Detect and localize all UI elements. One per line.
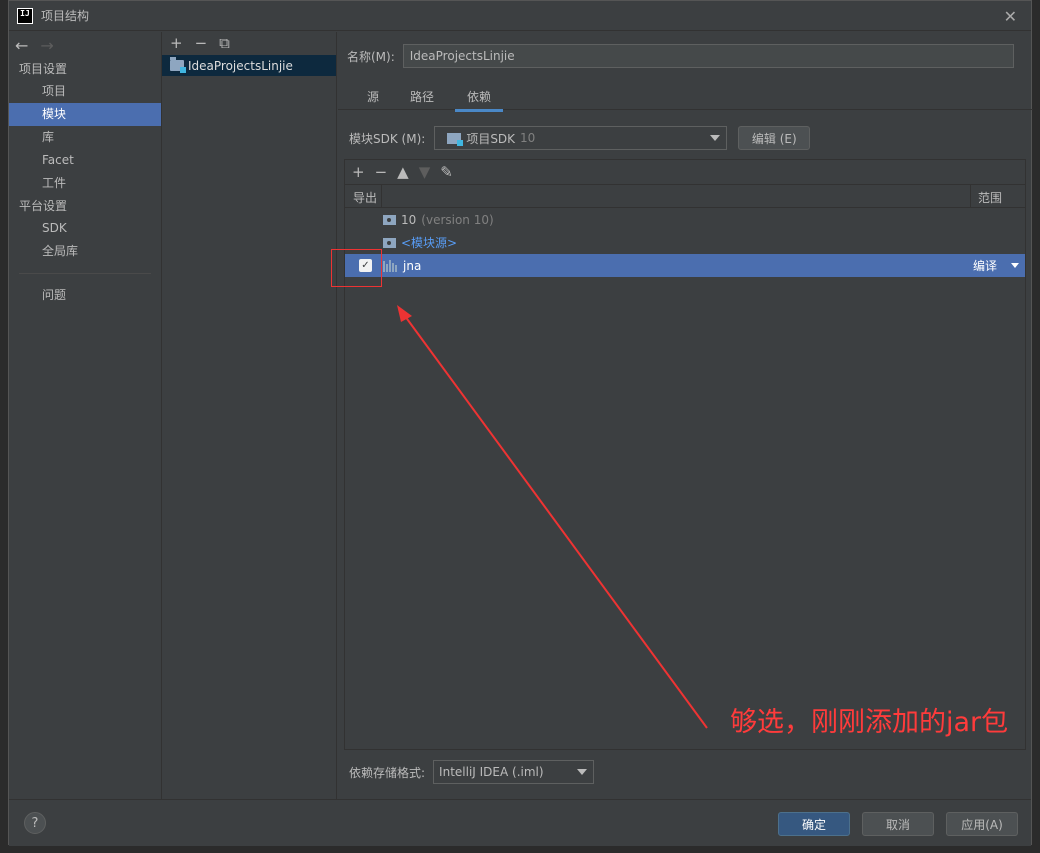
dependency-label: <模块源> (401, 236, 458, 250)
forward-arrow-icon[interactable]: → (40, 36, 53, 55)
source-folder-icon (383, 237, 396, 248)
dependencies-toolbar: + − ▲ ▼ ✎ (345, 160, 1025, 184)
column-scope[interactable]: 范围 (978, 189, 1002, 206)
remove-icon[interactable]: − (195, 34, 208, 52)
module-item[interactable]: IdeaProjectsLinjie (162, 55, 336, 76)
move-up-icon[interactable]: ▲ (397, 163, 409, 181)
module-name-field[interactable]: IdeaProjectsLinjie (402, 44, 1014, 68)
dependency-name: <模块源> (383, 234, 457, 251)
module-sdk-label: 模块SDK (M): (349, 131, 426, 146)
dependency-label: jna (403, 258, 422, 273)
nav-divider (19, 273, 151, 274)
library-icon (383, 259, 399, 272)
settings-nav: ← → 项目设置 项目 模块 库 Facet 工件 平台设置 SDK 全局库 问… (9, 32, 162, 799)
apply-button[interactable]: 应用(A) (946, 812, 1018, 836)
move-down-icon[interactable]: ▼ (419, 163, 431, 181)
edit-pencil-icon[interactable]: ✎ (440, 163, 453, 181)
nav-item-modules[interactable]: 模块 (9, 103, 161, 126)
name-row: 名称(M): IdeaProjectsLinjie (347, 44, 1014, 68)
scope-select[interactable]: 编译 (973, 257, 997, 274)
dependency-name: 10 (version 10) (383, 213, 494, 227)
dependencies-header: 导出 范围 (345, 184, 1025, 208)
column-divider (381, 185, 382, 207)
help-icon[interactable]: ? (24, 812, 46, 834)
nav-item-facets[interactable]: Facet (9, 149, 161, 172)
storage-format-select[interactable]: IntelliJ IDEA (.iml) (433, 760, 595, 784)
dependency-label: 10 (401, 212, 417, 227)
cancel-button[interactable]: 取消 (862, 812, 934, 836)
tab-sources[interactable]: 源 (367, 88, 379, 105)
storage-format-row: 依赖存储格式: IntelliJ IDEA (.iml) (349, 760, 595, 784)
module-item-label: IdeaProjectsLinjie (188, 58, 293, 73)
name-label: 名称(M): (347, 49, 395, 64)
close-icon[interactable]: ✕ (1004, 7, 1017, 26)
chevron-down-icon[interactable] (1011, 263, 1019, 268)
dependency-name: jna (383, 259, 421, 273)
title-bar: IJ 项目结构 ✕ (9, 1, 1031, 31)
remove-icon[interactable]: − (375, 163, 388, 181)
nav-item-project[interactable]: 项目 (9, 80, 161, 103)
add-icon[interactable]: + (352, 163, 365, 181)
nav-item-libraries[interactable]: 库 (9, 126, 161, 149)
nav-item-problems[interactable]: 问题 (9, 284, 161, 307)
sdk-value: 项目SDK (466, 131, 516, 146)
module-detail-panel: 名称(M): IdeaProjectsLinjie 源 路径 依赖 模块SDK … (338, 32, 1033, 799)
chevron-down-icon (710, 135, 721, 141)
column-export[interactable]: 导出 (353, 189, 377, 206)
sdk-folder-icon (447, 132, 464, 146)
platform-settings-header: 平台设置 (19, 199, 68, 213)
project-settings-header: 项目设置 (19, 62, 68, 76)
dependency-row-jna[interactable]: ✓ jna 编译 (345, 254, 1025, 277)
dependency-detail: (version 10) (421, 212, 494, 227)
sdk-folder-icon (383, 214, 396, 225)
intellij-app-icon: IJ (17, 7, 33, 24)
back-arrow-icon[interactable]: ← (15, 36, 28, 55)
nav-item-global-libraries[interactable]: 全局库 (9, 240, 161, 263)
module-list-panel: + − ⧉ IdeaProjectsLinjie (162, 32, 337, 799)
add-icon[interactable]: + (170, 34, 183, 52)
copy-icon[interactable]: ⧉ (219, 34, 230, 52)
storage-format-value: IntelliJ IDEA (.iml) (439, 765, 544, 779)
window-title: 项目结构 (41, 9, 90, 23)
module-folder-icon (170, 57, 186, 73)
chevron-down-icon (577, 769, 588, 775)
module-sdk-select[interactable]: 项目SDK 10 (434, 126, 728, 150)
tab-dependencies[interactable]: 依赖 (454, 88, 504, 112)
dependencies-table: + − ▲ ▼ ✎ 导出 范围 10 (version 10) <模块源> ✓ … (344, 159, 1026, 750)
annotation-highlight-box (331, 249, 382, 287)
annotation-text: 够选，刚刚添加的jar包 (730, 707, 1009, 738)
module-tabs: 源 路径 依赖 (338, 82, 1033, 112)
module-toolbar: + − ⧉ (162, 32, 336, 54)
nav-arrows: ← → (9, 32, 161, 58)
dialog-footer: ? 确定 取消 应用(A) (9, 799, 1031, 846)
edit-sdk-button[interactable]: 编辑 (E) (738, 126, 811, 150)
ok-button[interactable]: 确定 (778, 812, 850, 836)
storage-format-label: 依赖存储格式: (349, 765, 426, 780)
dependency-row-module-source[interactable]: <模块源> (345, 231, 1025, 254)
dependency-row-sdk[interactable]: 10 (version 10) (345, 208, 1025, 231)
nav-item-artifacts[interactable]: 工件 (9, 172, 161, 195)
sdk-version: 10 (520, 131, 536, 145)
tab-paths[interactable]: 路径 (410, 88, 434, 105)
module-sdk-row: 模块SDK (M): 项目SDK 10 编辑 (E) (349, 126, 811, 150)
column-divider (970, 185, 971, 207)
nav-item-sdk[interactable]: SDK (9, 217, 161, 240)
